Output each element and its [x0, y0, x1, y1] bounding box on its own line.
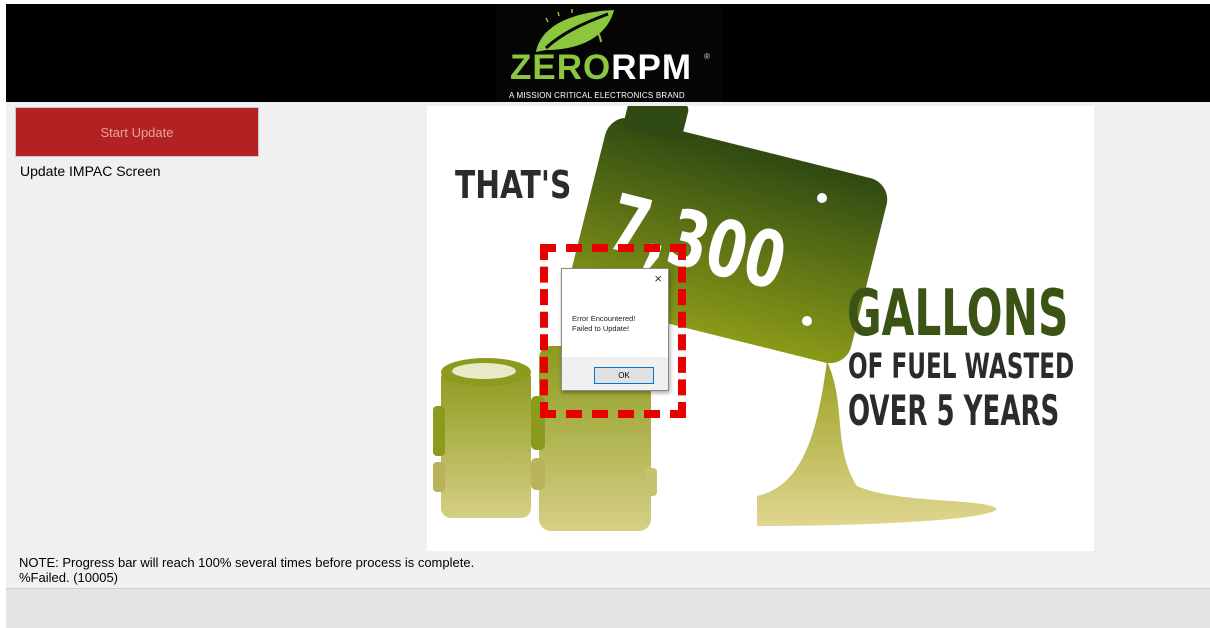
logo-tagline: A MISSION CRITICAL ELECTRONICS BRAND	[509, 91, 685, 100]
progress-note: NOTE: Progress bar will reach 100% sever…	[19, 555, 475, 570]
logo-wordmark: ZERORPM	[510, 50, 692, 85]
dialog-button-area: OK	[562, 357, 668, 390]
close-icon[interactable]: ×	[654, 271, 662, 286]
error-dialog: × Error Encountered! Failed to Update! O…	[561, 268, 669, 391]
ok-button[interactable]: OK	[594, 367, 654, 384]
zerorpm-logo: ZERORPM ® A MISSION CRITICAL ELECTRONICS…	[496, 4, 722, 102]
hero-fuel-wasted-text: OF FUEL WASTED	[848, 347, 1075, 387]
fuel-waste-banner: THAT'S 7,300 GALLONS OF FUEL WASTED OVER…	[427, 106, 1094, 551]
hero-thats-text: THAT'S	[455, 163, 572, 207]
hero-gallons-text: GALLONS	[847, 277, 1069, 351]
status-text: %Failed. (10005)	[19, 570, 118, 585]
registered-mark: ®	[704, 52, 710, 61]
status-bar	[6, 588, 1210, 628]
error-message-line1: Error Encountered!	[572, 314, 636, 323]
logo-rpm-text: RPM	[611, 48, 693, 87]
update-impac-label: Update IMPAC Screen	[20, 163, 161, 179]
header-bar: ZERORPM ® A MISSION CRITICAL ELECTRONICS…	[6, 4, 1210, 102]
start-update-button[interactable]: Start Update	[15, 107, 259, 157]
barrel-left	[433, 358, 531, 518]
logo-zero-text: ZERO	[510, 48, 612, 87]
app-window: ZERORPM ® A MISSION CRITICAL ELECTRONICS…	[6, 4, 1210, 628]
error-message-line2: Failed to Update!	[572, 324, 630, 333]
hero-years-text: OVER 5 YEARS	[848, 386, 1060, 435]
